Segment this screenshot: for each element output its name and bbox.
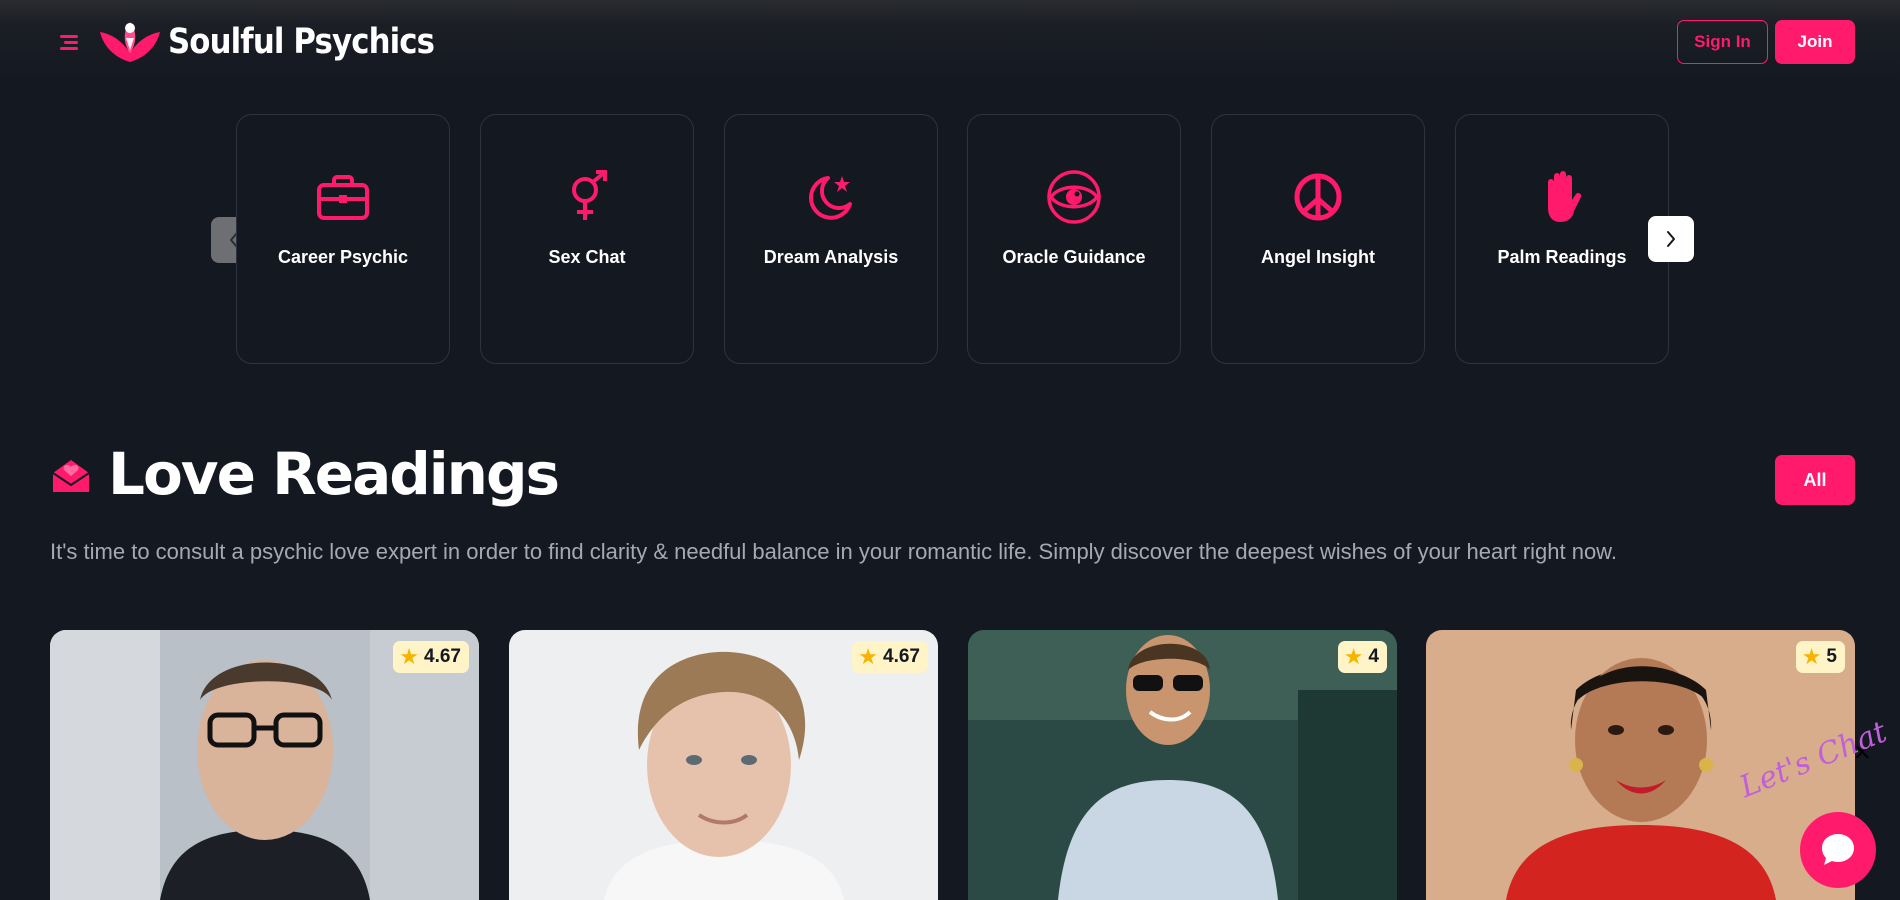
category-card-dream-analysis[interactable]: Dream Analysis [724, 114, 938, 364]
rating-badge: ★ 4.67 [852, 641, 928, 673]
rating-value: 5 [1826, 646, 1837, 667]
chat-bubble-icon [1822, 834, 1854, 865]
psychic-card[interactable]: ★ 4 [968, 630, 1397, 900]
peace-icon [1290, 169, 1346, 225]
category-card-angel-insight[interactable]: Angel Insight [1211, 114, 1425, 364]
rating-badge: ★ 5 [1795, 641, 1845, 673]
hamburger-menu-icon[interactable] [58, 31, 80, 53]
eye-icon [1046, 169, 1102, 225]
hand-icon [1534, 169, 1590, 225]
category-label: Palm Readings [1497, 247, 1627, 267]
category-card-sex-chat[interactable]: Sex Chat [480, 114, 694, 364]
category-label: Oracle Guidance [1002, 247, 1146, 267]
section-title: Love Readings [108, 440, 560, 508]
view-all-button[interactable]: All [1775, 455, 1855, 505]
brand-logo[interactable]: Soulful Psychics [98, 18, 470, 66]
category-label: Angel Insight [1261, 247, 1375, 267]
category-label: Career Psychic [277, 247, 409, 267]
rating-badge: ★ 4 [1337, 641, 1387, 673]
love-envelope-icon [52, 460, 90, 492]
rating-value: 4.67 [424, 646, 461, 667]
moon-star-icon [803, 169, 859, 225]
rating-value: 4.67 [883, 646, 920, 667]
sign-in-button[interactable]: Sign In [1677, 20, 1768, 64]
section-description: It's time to consult a psychic love expe… [50, 539, 1617, 564]
chat-launcher-button[interactable] [1800, 812, 1876, 888]
psychic-card[interactable]: ★ 4.67 [50, 630, 479, 900]
psychic-photo [968, 630, 1397, 900]
category-card-palm-readings[interactable]: Palm Readings [1455, 114, 1669, 364]
category-card-career-psychic[interactable]: Career Psychic [236, 114, 450, 364]
brand-name: Soulful Psychics [168, 22, 435, 62]
category-label: Sex Chat [548, 247, 626, 267]
rating-badge: ★ 4.67 [393, 641, 469, 673]
category-label: Dream Analysis [763, 247, 899, 267]
chevron-right-icon [1667, 231, 1675, 247]
lotus-logo-icon [100, 22, 160, 62]
star-icon: ★ [1343, 644, 1364, 669]
gender-icon [559, 169, 615, 225]
star-icon: ★ [399, 644, 420, 669]
star-icon: ★ [858, 644, 879, 669]
join-button[interactable]: Join [1775, 20, 1855, 64]
psychic-card[interactable]: ★ 4.67 [509, 630, 938, 900]
carousel-next-button[interactable] [1648, 216, 1694, 262]
rating-value: 4 [1368, 646, 1379, 667]
star-icon: ★ [1801, 644, 1822, 669]
briefcase-icon [315, 169, 371, 225]
category-card-oracle-guidance[interactable]: Oracle Guidance [967, 114, 1181, 364]
